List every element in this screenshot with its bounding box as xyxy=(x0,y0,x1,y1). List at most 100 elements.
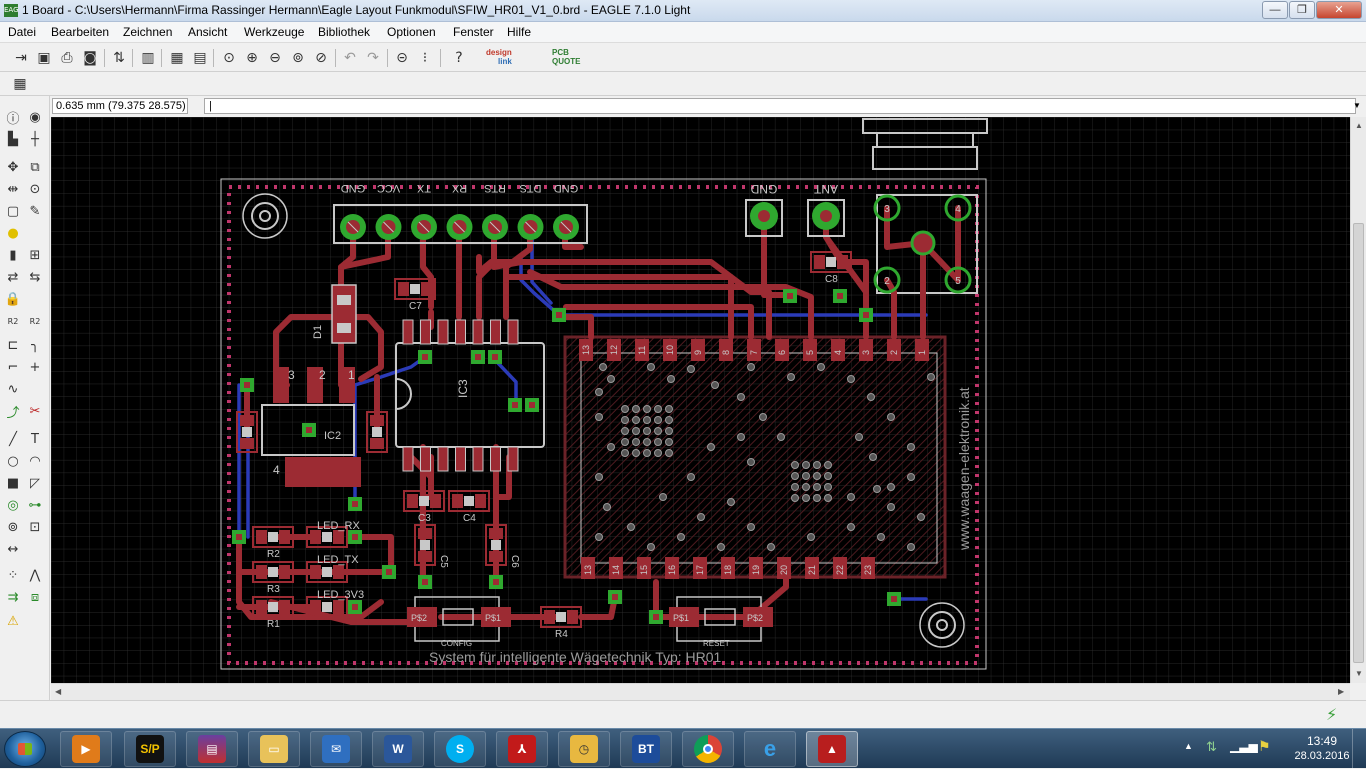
via-icon[interactable]: ◎ xyxy=(4,496,22,514)
autorouter-icon[interactable]: ⋀ xyxy=(26,566,44,584)
network-icon[interactable]: ⇅ xyxy=(1206,739,1217,755)
pcb-quote-logo[interactable]: PCB QUOTE xyxy=(536,48,580,66)
menu-zeichnen[interactable]: Zeichnen xyxy=(123,25,172,39)
zoom-in-icon[interactable]: ⊕ xyxy=(243,49,261,67)
print-icon[interactable]: ⎙ xyxy=(58,49,76,67)
errors-icon[interactable]: ⚠ xyxy=(4,612,22,630)
info-icon[interactable]: ⓘ xyxy=(4,108,22,127)
dimension-icon[interactable]: ↔ xyxy=(4,540,22,558)
ripup-icon[interactable]: ✂ xyxy=(26,402,44,420)
minimize-button[interactable]: — xyxy=(1262,1,1288,19)
stop-icon[interactable]: ⊝ xyxy=(393,49,411,67)
designlink-logo[interactable]: design link xyxy=(486,48,512,66)
board-canvas[interactable]: GND VCC TX RX RTS DTS GND GND ANT 3 4 2 5 xyxy=(51,117,1350,683)
clock-date[interactable]: 28.03.2016 xyxy=(1292,750,1352,762)
media-player-icon[interactable]: ▶ xyxy=(60,731,112,767)
mark-icon[interactable]: ┼ xyxy=(26,130,44,148)
status-go-icon[interactable]: ⚡ xyxy=(1326,705,1337,725)
wire-icon[interactable]: ╱ xyxy=(4,430,22,448)
script-icon[interactable]: ▥ xyxy=(139,49,157,67)
redraw-icon[interactable]: ⊚ xyxy=(289,49,307,67)
eagle-app-icon[interactable]: EAG xyxy=(4,4,19,17)
menu-optionen[interactable]: Optionen xyxy=(387,25,436,39)
vertical-scrollbar[interactable]: ▲ ▼ xyxy=(1350,117,1366,683)
cam-processor-icon[interactable]: ▤ xyxy=(191,49,209,67)
ratsnest-icon[interactable]: ⁘ xyxy=(4,566,22,584)
word-icon[interactable]: W xyxy=(372,731,424,767)
name-icon[interactable]: R2 xyxy=(4,312,22,330)
signal-icon[interactable]: ⊶ xyxy=(26,496,44,514)
menu-hilfe[interactable]: Hilfe xyxy=(507,25,531,39)
value-icon[interactable]: R2 xyxy=(26,312,44,330)
command-input[interactable]: | xyxy=(204,98,1356,114)
explorer-folder-icon[interactable]: ▭ xyxy=(248,731,300,767)
group-icon[interactable]: ▢ xyxy=(4,202,22,220)
optimize-icon[interactable]: + xyxy=(26,358,44,376)
ulp-icon[interactable]: ▦ xyxy=(168,49,186,67)
drc-icon[interactable]: ⧈ xyxy=(26,588,44,606)
display-icon[interactable]: ▙ xyxy=(4,130,22,148)
tray-expand-icon[interactable]: ▲ xyxy=(1184,741,1193,751)
change-icon[interactable]: ✎ xyxy=(26,202,44,220)
show-desktop-button[interactable] xyxy=(1352,729,1366,769)
grid-icon[interactable]: ▦ xyxy=(11,75,29,93)
winrar-icon[interactable]: ▤ xyxy=(186,731,238,767)
delete-icon[interactable]: ▮ xyxy=(4,246,22,264)
redo-icon[interactable]: ↷ xyxy=(364,49,382,67)
hole-icon[interactable]: ⊚ xyxy=(4,518,22,536)
zoom-out-icon[interactable]: ⊖ xyxy=(266,49,284,67)
mirror-icon[interactable]: ⇹ xyxy=(4,180,22,198)
outlook-mail-icon[interactable]: ✉ xyxy=(310,731,362,767)
miter-icon[interactable]: ╮ xyxy=(26,336,44,354)
zoom-select-icon[interactable]: ⊘ xyxy=(312,49,330,67)
menu-fenster[interactable]: Fenster xyxy=(453,25,494,39)
sp-icon[interactable]: S/P xyxy=(124,731,176,767)
command-history-dropdown[interactable]: ▼ xyxy=(1350,99,1364,113)
rect-icon[interactable]: ■ xyxy=(4,474,22,492)
go-icon[interactable]: ⁝ xyxy=(416,49,434,67)
menu-bearbeiten[interactable]: Bearbeiten xyxy=(51,25,109,39)
gateswap-icon[interactable]: ⇉ xyxy=(4,588,22,606)
signal-strength-icon[interactable]: ▁▃▅ xyxy=(1230,739,1258,753)
cam-icon[interactable]: ◙ xyxy=(81,49,99,67)
ie-icon[interactable]: e xyxy=(744,731,796,767)
route-icon[interactable]: ⤴ xyxy=(4,402,22,421)
chrome-icon[interactable] xyxy=(682,731,734,767)
vertical-scroll-thumb[interactable] xyxy=(1353,223,1364,663)
move-icon[interactable]: ✥ xyxy=(4,158,22,176)
close-button[interactable]: ✕ xyxy=(1316,1,1362,19)
undo-icon[interactable]: ↶ xyxy=(341,49,359,67)
smash-icon[interactable]: ⊏ xyxy=(4,336,22,354)
menu-werkzeuge[interactable]: Werkzeuge xyxy=(244,25,304,39)
copy-icon[interactable]: ⧉ xyxy=(26,158,44,176)
zoom-fit-icon[interactable]: ⊙ xyxy=(220,49,238,67)
clock-time[interactable]: 13:49 xyxy=(1292,734,1352,748)
skype-icon[interactable]: S xyxy=(434,731,486,767)
text-icon[interactable]: T xyxy=(26,430,44,448)
eagle-icon[interactable]: ▲ xyxy=(806,731,858,767)
save-icon[interactable]: ▣ xyxy=(35,49,53,67)
scheduler-icon[interactable]: ◷ xyxy=(558,731,610,767)
meander-icon[interactable]: ∿ xyxy=(4,380,22,398)
board-switch-icon[interactable]: ⇅ xyxy=(110,49,128,67)
menu-bibliothek[interactable]: Bibliothek xyxy=(318,25,370,39)
rotate-icon[interactable]: ⊙ xyxy=(26,180,44,198)
attribute-icon[interactable]: ⊡ xyxy=(26,518,44,536)
split-icon[interactable]: ⌐ xyxy=(4,358,22,376)
maximize-button[interactable]: ❐ xyxy=(1289,1,1315,19)
paste-icon[interactable]: ● xyxy=(4,224,22,242)
start-button[interactable] xyxy=(4,731,46,767)
menu-ansicht[interactable]: Ansicht xyxy=(188,25,227,39)
menu-datei[interactable]: Datei xyxy=(8,25,36,39)
replace-icon[interactable]: ⇆ xyxy=(26,268,44,286)
action-center-icon[interactable]: ⚑ xyxy=(1258,738,1271,755)
circle-icon[interactable]: ○ xyxy=(4,452,22,470)
open-icon[interactable]: ⇥ xyxy=(12,49,30,67)
bt-icon[interactable]: BT xyxy=(620,731,672,767)
horizontal-scrollbar[interactable]: ◀ ▶ xyxy=(51,683,1350,700)
pinswap-icon[interactable]: ⇄ xyxy=(4,268,22,286)
arc-icon[interactable]: ◠ xyxy=(26,452,44,470)
show-icon[interactable]: ◉ xyxy=(26,108,44,126)
lock-icon[interactable]: 🔒 xyxy=(4,290,22,308)
add-icon[interactable]: ⊞ xyxy=(26,246,44,264)
